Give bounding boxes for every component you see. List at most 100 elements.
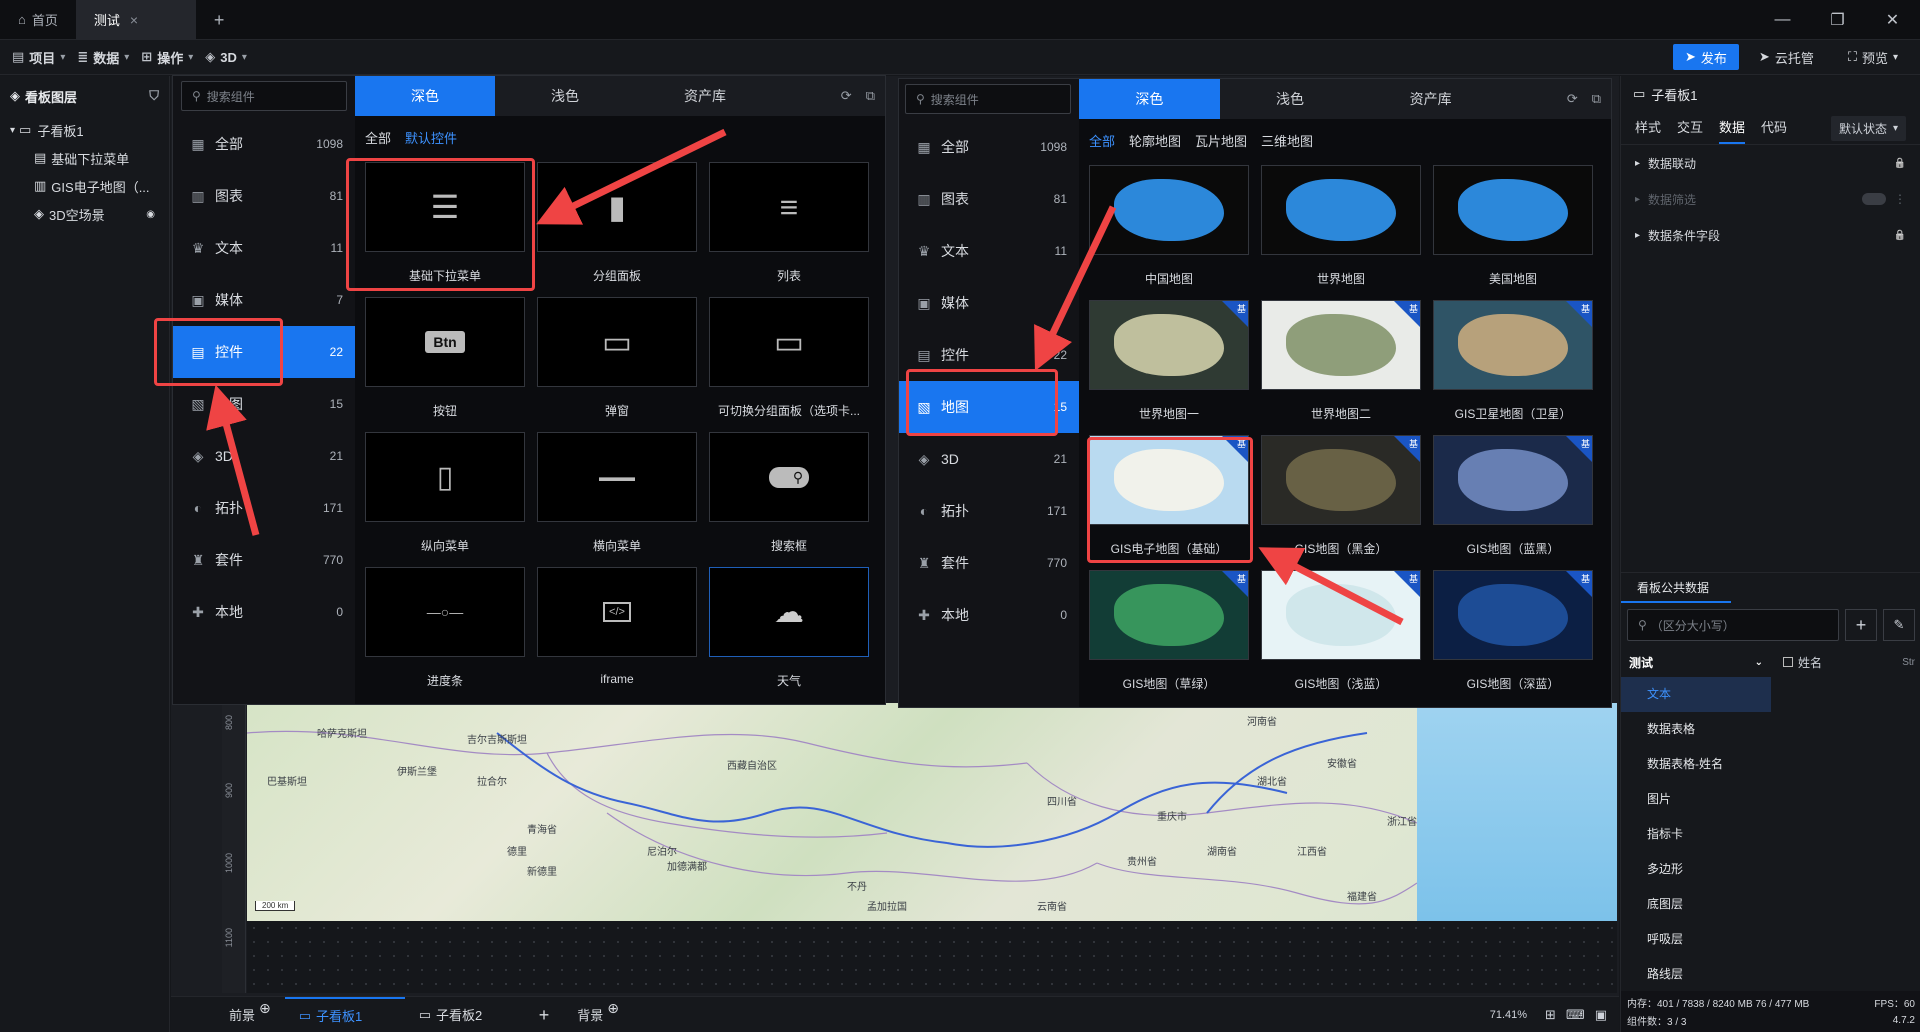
tab-board-1[interactable]: ▭ 子看板1 [284,996,405,1032]
data-list-item[interactable]: 呼吸层 [1621,922,1771,957]
category-all[interactable]: ▦ 全部 1098 [899,121,1079,173]
data-list-item[interactable]: 文本 [1621,677,1771,712]
category-local[interactable]: ✚ 本地 0 [173,586,355,638]
tab-home[interactable]: ⌂ 首页 [0,0,76,40]
fit-screen-icon[interactable]: ⊞ [1545,1007,1556,1023]
category-all[interactable]: ▦ 全部 1098 [173,118,355,170]
tab-light[interactable]: 浅色 [1219,79,1361,119]
layer-item-board[interactable]: ▾ ▭ 子看板1 [0,116,169,144]
map-card[interactable]: 基世界地图一 [1089,300,1249,422]
menu-data[interactable]: ≣ 数据 ▾ [77,48,129,67]
data-list-item[interactable]: 多边形 [1621,852,1771,887]
card-tab-panel[interactable]: ▭ 可切换分组面板（选项卡... [709,297,869,419]
gis-map-component[interactable]: 哈萨克斯坦 吉尔吉斯斯坦 拉合尔 德里 新德里 青海省 西藏自治区 四川省 湖北… [247,703,1617,921]
dataset-select[interactable]: 测试 ⌄ [1621,654,1771,671]
toggle-switch[interactable] [1862,193,1886,205]
close-tab-icon[interactable]: × [130,12,138,28]
edit-icon[interactable]: ✎ [1883,609,1915,641]
data-list-item[interactable]: 指标卡 [1621,817,1771,852]
category-text[interactable]: ♛ 文本 11 [173,222,355,274]
tab-dark[interactable]: 深色 [355,76,495,116]
zoom-level[interactable]: 71.41% [1490,1009,1527,1021]
category-topology[interactable]: ◐ 拓扑 171 [173,482,355,534]
tab-style[interactable]: 样式 [1635,112,1661,144]
filter-default-controls[interactable]: 默认控件 [405,128,457,147]
layer-item-3d[interactable]: ◈ 3D空场景 ◉ [0,200,169,228]
card-group-panel[interactable]: ▮ 分组面板 [537,162,697,284]
menu-project[interactable]: ▤ 项目 ▾ [12,48,65,67]
card-horizontal-menu[interactable]: ▬▬▬ 横向菜单 [537,432,697,554]
category-chart[interactable]: ▥ 图表 81 [899,173,1079,225]
checkbox[interactable] [1783,657,1793,667]
layer-item-gis[interactable]: ▥ GIS电子地图（... [0,172,169,200]
add-data-button[interactable]: + [1845,609,1877,641]
external-link-icon[interactable]: ⧉ [866,88,875,104]
tab-background[interactable]: 背景 ⊕ [563,997,633,1032]
card-list[interactable]: ≡ 列表 [709,162,869,284]
cloud-host-button[interactable]: ➤ 云托管 [1747,44,1826,70]
filter-tile-map[interactable]: 瓦片地图 [1195,131,1247,150]
restore-icon[interactable]: ❐ [1810,10,1865,30]
filter-icon[interactable]: ⛉ [149,88,159,104]
map-card[interactable]: 美国地图 [1433,165,1593,287]
tab-assets[interactable]: 资产库 [635,76,775,116]
map-card[interactable]: 基 GIS地图（草绿） [1089,570,1249,692]
public-data-search-input[interactable]: ⚲ （区分大小写） [1627,609,1839,641]
card-search-box[interactable]: ⚲ 搜索框 [709,432,869,554]
tab-foreground[interactable]: 前景 ⊕ [215,997,285,1032]
data-list-item[interactable]: 图片 [1621,782,1771,817]
terminal-icon[interactable]: ▣ [1595,1007,1607,1023]
category-suite[interactable]: ♜ 套件 770 [899,537,1079,589]
tab-data[interactable]: 数据 [1719,112,1746,144]
map-card[interactable]: 基 GIS地图（浅蓝） [1261,570,1421,692]
data-list-item[interactable]: 数据表格 [1621,712,1771,747]
refresh-icon[interactable]: ⟳ [841,88,852,104]
data-list-item[interactable]: 底图层 [1621,887,1771,922]
filter-outline-map[interactable]: 轮廓地图 [1129,131,1181,150]
map-card[interactable]: 基世界地图二 [1261,300,1421,422]
tab-interaction[interactable]: 交互 [1677,112,1703,144]
map-card[interactable]: 基 GIS地图（蓝黑） [1433,435,1593,557]
filter-3d-map[interactable]: 三维地图 [1261,131,1313,150]
add-circle-icon[interactable]: ⊕ [607,1000,619,1017]
publish-button[interactable]: ➤ 发布 [1673,44,1739,70]
map-card[interactable]: 中国地图 [1089,165,1249,287]
card-progress-bar[interactable]: —○— 进度条 [365,567,525,689]
external-link-icon[interactable]: ⧉ [1592,91,1601,107]
eye-icon[interactable]: ◉ [146,209,155,220]
map-card[interactable]: 世界地图 [1261,165,1421,287]
menu-3d[interactable]: ◈ 3D ▾ [205,49,247,65]
card-weather[interactable]: ☁ 天气 [709,567,869,689]
panel1-search-input[interactable]: ⚲ 搜索组件 [181,81,347,111]
filter-all[interactable]: 全部 [365,128,391,147]
category-chart[interactable]: ▥ 图表 81 [173,170,355,222]
category-local[interactable]: ✚ 本地 0 [899,589,1079,641]
minimize-icon[interactable]: — [1755,11,1810,29]
map-card[interactable]: 基 GIS地图（黑金） [1261,435,1421,557]
card-popup[interactable]: ▭ 弹窗 [537,297,697,419]
tab-code[interactable]: 代码 [1761,112,1787,144]
field-item[interactable]: 姓名 Str [1771,654,1920,671]
category-topology[interactable]: ◐ 拓扑 171 [899,485,1079,537]
tab-test[interactable]: 测试 × [75,0,196,40]
data-list-item[interactable]: 路线层 [1621,957,1771,983]
add-board-button[interactable]: + [525,997,564,1032]
tab-light[interactable]: 浅色 [495,76,635,116]
more-icon[interactable]: ⋮ [1894,192,1906,206]
state-select[interactable]: 默认状态 ▾ [1830,115,1906,141]
keyboard-icon[interactable]: ⌨ [1566,1007,1585,1023]
row-data-condition[interactable]: ▸ 数据条件字段 🔒 [1621,217,1920,253]
card-button[interactable]: Btn 按钮 [365,297,525,419]
add-circle-icon[interactable]: ⊕ [259,1000,271,1017]
category-media[interactable]: ▣ 媒体 [899,277,1079,329]
map-card[interactable]: 基 GIS地图（深蓝） [1433,570,1593,692]
row-data-filter[interactable]: ▸ 数据筛选 ⋮ [1621,181,1920,217]
panel2-search-input[interactable]: ⚲ 搜索组件 [905,84,1071,114]
row-data-linkage[interactable]: ▸ 数据联动 🔒 [1621,145,1920,181]
preview-button[interactable]: ⛶ 预览 ▾ [1836,44,1910,70]
tab-dark[interactable]: 深色 [1079,79,1220,119]
card-iframe[interactable]: </> iframe [537,567,697,686]
menu-operate[interactable]: ⊞ 操作 ▾ [141,48,193,67]
category-3d[interactable]: ◈ 3D 21 [899,433,1079,485]
filter-all[interactable]: 全部 [1089,131,1115,150]
